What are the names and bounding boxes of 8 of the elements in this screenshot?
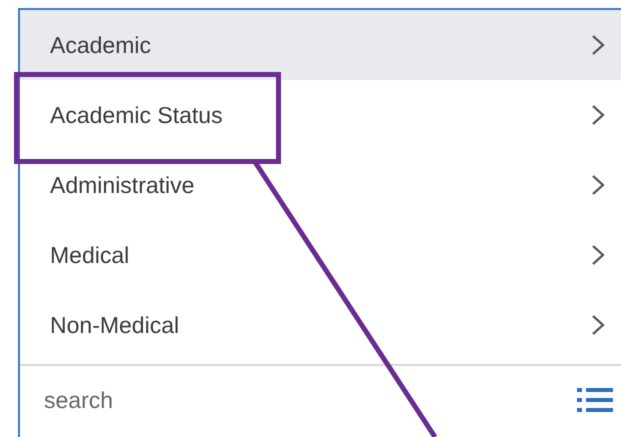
menu-item[interactable]: Academic [20,10,621,80]
chevron-icon [591,174,605,196]
chevron-icon [591,314,605,336]
search-field[interactable]: search [44,382,577,418]
chevron-icon [591,34,605,56]
chevron-icon [591,244,605,266]
list-icon[interactable] [577,387,613,413]
chevron-icon [591,104,605,126]
